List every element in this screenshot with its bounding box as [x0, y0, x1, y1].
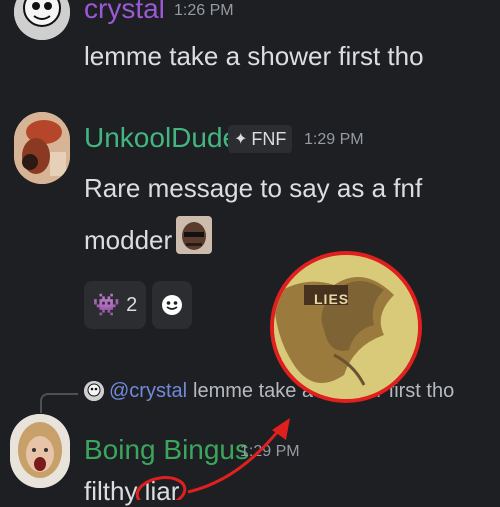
cartoon-avatar-small-icon — [84, 381, 104, 401]
avatar-boing-bingus[interactable] — [10, 414, 70, 488]
author-name-unkooldude[interactable]: UnkoolDude — [84, 122, 238, 154]
reply-connector — [40, 393, 78, 413]
inline-emoji-photo[interactable] — [176, 216, 212, 254]
role-tag[interactable]: ✦ FNF — [228, 125, 293, 153]
reaction-count: 2 — [126, 293, 138, 316]
face-photo-icon — [176, 216, 212, 254]
invader-icon: 👾 — [92, 292, 121, 317]
timestamp: 1:29 PM — [240, 443, 300, 460]
zoom-label: LIES — [314, 291, 350, 307]
reaction-invader[interactable]: 👾 2 — [84, 281, 146, 329]
avatar-unkooldude[interactable] — [14, 112, 70, 184]
message-text-line-1: Rare message to say as a fnf — [84, 173, 423, 203]
sparkle-icon: ✦ — [234, 131, 248, 148]
timestamp: 1:26 PM — [174, 2, 234, 19]
photo-avatar-icon — [14, 112, 70, 184]
timestamp: 1:29 PM — [304, 131, 364, 148]
cartoon-avatar-icon — [14, 0, 70, 40]
annotation-overlay — [135, 418, 290, 500]
photo-avatar-icon — [10, 414, 70, 488]
author-name-boing-bingus[interactable]: Boing Bingus — [84, 434, 249, 466]
reply-author[interactable]: @crystal — [109, 380, 187, 403]
zoom-circle-overlay: LIES — [270, 251, 422, 403]
message-text: filthy liar — [84, 476, 180, 506]
role-tag-label: FNF — [251, 128, 287, 149]
reply-avatar[interactable] — [84, 381, 104, 401]
avatar-crystal[interactable] — [14, 0, 70, 40]
message-text: lemme take a shower first tho — [84, 41, 424, 71]
ghost-face-icon — [162, 295, 182, 315]
reaction-ghost-face[interactable] — [152, 281, 192, 329]
author-name-crystal[interactable]: crystal — [84, 0, 165, 25]
message-text-line-2: modder — [84, 225, 173, 255]
